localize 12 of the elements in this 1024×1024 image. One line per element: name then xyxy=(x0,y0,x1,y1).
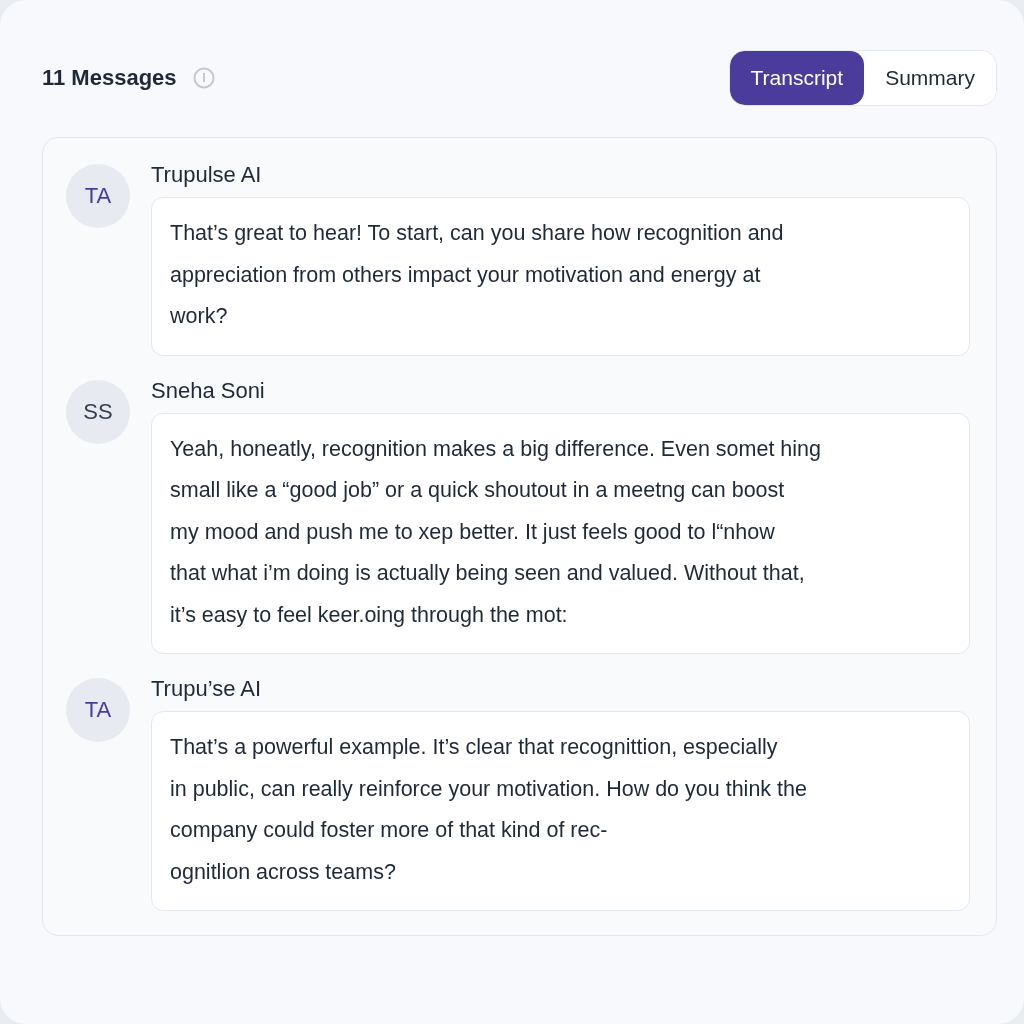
message-count: 11 Messages xyxy=(42,65,177,91)
sender-name: Sneha Soni xyxy=(151,377,265,404)
info-icon[interactable] xyxy=(192,67,215,89)
sender-name: Trupu’se AI xyxy=(151,676,262,702)
message-text: That’s a powerful example. It’s clear that recognittion, especially in public, can really reinforce your motivation. How do you think the company could foster more of that kind of rec- ognitlion across teams? xyxy=(170,734,808,886)
message-text: Yeah, honeatly, recognition makes a big difference. Even somet hing small like a “good job” or a quick shoutout in a meetng can boost my mood and push me to xep better. It just feels good to l“nhow that what i’m doing is actually being seen and valued. Without that, it’s easy to feel keer.oing through the mot: xyxy=(170,435,822,629)
avatar: TA xyxy=(66,164,130,228)
message-text: That’s great to hear! To start, can you share how recognition and appreciation from others impact your motivation and energy at work? xyxy=(170,220,785,330)
avatar: SS xyxy=(66,379,130,444)
view-tab[interactable]: Transcript xyxy=(729,51,865,105)
sender-name: Trupulse AI xyxy=(151,162,262,188)
avatar: TA xyxy=(66,678,130,742)
